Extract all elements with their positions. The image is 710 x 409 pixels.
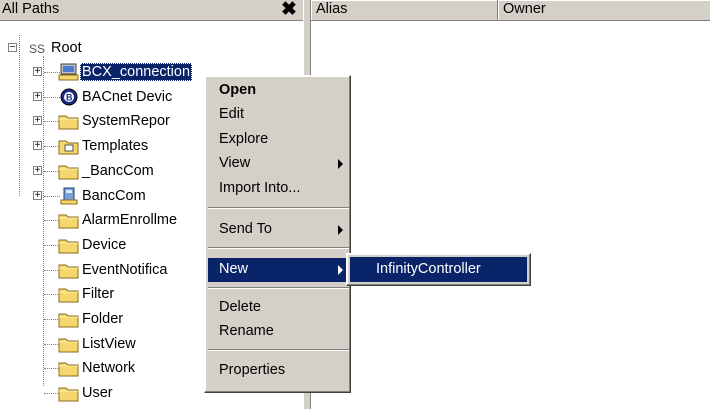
folder-icon xyxy=(58,211,80,229)
menu-item-properties[interactable]: Properties xyxy=(208,359,349,383)
expand-icon[interactable]: + xyxy=(33,191,42,201)
bacnet-icon: B xyxy=(58,88,80,106)
menu-item-delete[interactable]: Delete xyxy=(208,296,349,320)
tree-item-label: EventNotifica xyxy=(82,262,168,278)
folder-icon xyxy=(58,335,80,353)
column-header-alias[interactable]: Alias xyxy=(311,0,498,21)
folder-icon xyxy=(58,112,80,130)
tree-item-label: Root xyxy=(51,40,82,56)
menu-item-import-into[interactable]: Import Into... xyxy=(208,177,349,201)
menu-item-label: Send To xyxy=(219,221,272,237)
tree-item[interactable]: AlarmEnrollme xyxy=(0,209,210,231)
menu-item-send-to[interactable]: Send To xyxy=(208,218,349,242)
context-menu: Open Edit Explore View Import Into... Send To… xyxy=(204,75,351,393)
tree-item[interactable]: + B BACnet Devic xyxy=(0,86,210,108)
tree-item[interactable]: Device xyxy=(0,234,210,256)
expand-icon[interactable]: + xyxy=(33,92,42,102)
tree-item[interactable]: + BancCom xyxy=(0,185,210,207)
menu-item-label: InfinityController xyxy=(376,261,481,277)
svg-text:B: B xyxy=(66,93,73,103)
tree-item[interactable]: + BCX_connection xyxy=(0,61,210,83)
folder-icon xyxy=(58,310,80,328)
menu-separator xyxy=(208,247,349,249)
menu-item-explore[interactable]: Explore xyxy=(208,128,349,152)
tree-item-label: Templates xyxy=(82,138,149,154)
menu-item-open[interactable]: Open xyxy=(208,79,349,103)
tree-item-label: Device xyxy=(82,237,127,253)
pane-title: All Paths xyxy=(2,1,60,17)
device-icon xyxy=(58,187,80,205)
menu-separator xyxy=(208,349,349,351)
menu-item-edit[interactable]: Edit xyxy=(208,103,349,127)
menu-item-label: New xyxy=(219,261,249,277)
expand-icon[interactable]: + xyxy=(33,67,42,77)
menu-item-label: Properties xyxy=(219,362,286,378)
tree-item-root[interactable]: − SS Root xyxy=(0,37,200,59)
pane-header: All Paths ✖ xyxy=(0,0,303,21)
expand-icon[interactable]: + xyxy=(33,116,42,126)
folder-icon xyxy=(58,261,80,279)
submenu-arrow-icon xyxy=(338,159,343,169)
tree-item[interactable]: + Templates xyxy=(0,135,210,157)
menu-item-label: View xyxy=(219,155,251,171)
menu-item-label: Import Into... xyxy=(219,180,301,196)
tree-item-label: BancCom xyxy=(82,188,146,204)
tree-item-label: SystemRepor xyxy=(82,113,170,129)
folder-icon xyxy=(58,236,80,254)
template-folder-icon xyxy=(58,137,80,155)
close-icon[interactable]: ✖ xyxy=(281,0,297,21)
menu-item-label: Edit xyxy=(219,106,244,122)
tree-item[interactable]: Network xyxy=(0,357,210,379)
menu-item-label: Rename xyxy=(219,323,274,339)
folder-icon xyxy=(58,162,80,180)
expand-icon[interactable]: + xyxy=(33,141,42,151)
column-header-owner[interactable]: Owner xyxy=(498,0,710,21)
tree-item-label: User xyxy=(82,385,113,401)
computer-icon xyxy=(58,63,80,81)
tree-item[interactable]: ListView xyxy=(0,333,210,355)
menu-item-new[interactable]: New xyxy=(208,258,349,282)
tree-item-label: Folder xyxy=(82,311,124,327)
tree-item-label: ListView xyxy=(82,336,136,352)
folder-icon xyxy=(58,285,80,303)
new-submenu: InfinityController xyxy=(346,253,531,286)
tree-item-label: BCX_connection xyxy=(80,63,193,81)
tree-item[interactable]: User xyxy=(0,382,210,404)
tree-item-label: Filter xyxy=(82,286,115,302)
list-column-headers: Alias Owner xyxy=(311,0,710,21)
scope-icon: SS xyxy=(29,42,45,56)
tree-item[interactable]: + _BancCom xyxy=(0,160,210,182)
tree-item-label: AlarmEnrollme xyxy=(82,212,178,228)
menu-item-rename[interactable]: Rename xyxy=(208,320,349,344)
tree-item[interactable]: + SystemRepor xyxy=(0,110,210,132)
expand-icon[interactable]: + xyxy=(33,166,42,176)
tree-item[interactable]: EventNotifica xyxy=(0,259,210,281)
menu-item-view[interactable]: View xyxy=(208,152,349,176)
submenu-arrow-icon xyxy=(338,225,343,235)
submenu-arrow-icon xyxy=(338,265,343,275)
svg-text:SS: SS xyxy=(29,42,45,56)
folder-icon xyxy=(58,359,80,377)
menu-separator xyxy=(208,287,349,289)
folder-icon xyxy=(58,384,80,402)
menu-separator xyxy=(208,207,349,209)
tree-item[interactable]: Filter xyxy=(0,283,210,305)
tree-item-label: Network xyxy=(82,360,136,376)
list-pane: Alias Owner xyxy=(311,0,710,409)
menu-item-label: Explore xyxy=(219,131,269,147)
menu-item-label: Open xyxy=(219,82,257,98)
collapse-icon[interactable]: − xyxy=(8,43,17,53)
menu-item-infinitycontroller[interactable]: InfinityController xyxy=(350,257,527,282)
tree-item-label: BACnet Devic xyxy=(82,89,173,105)
tree-item[interactable]: Folder xyxy=(0,308,210,330)
tree-item-label: _BancCom xyxy=(82,163,154,179)
menu-item-label: Delete xyxy=(219,299,261,315)
